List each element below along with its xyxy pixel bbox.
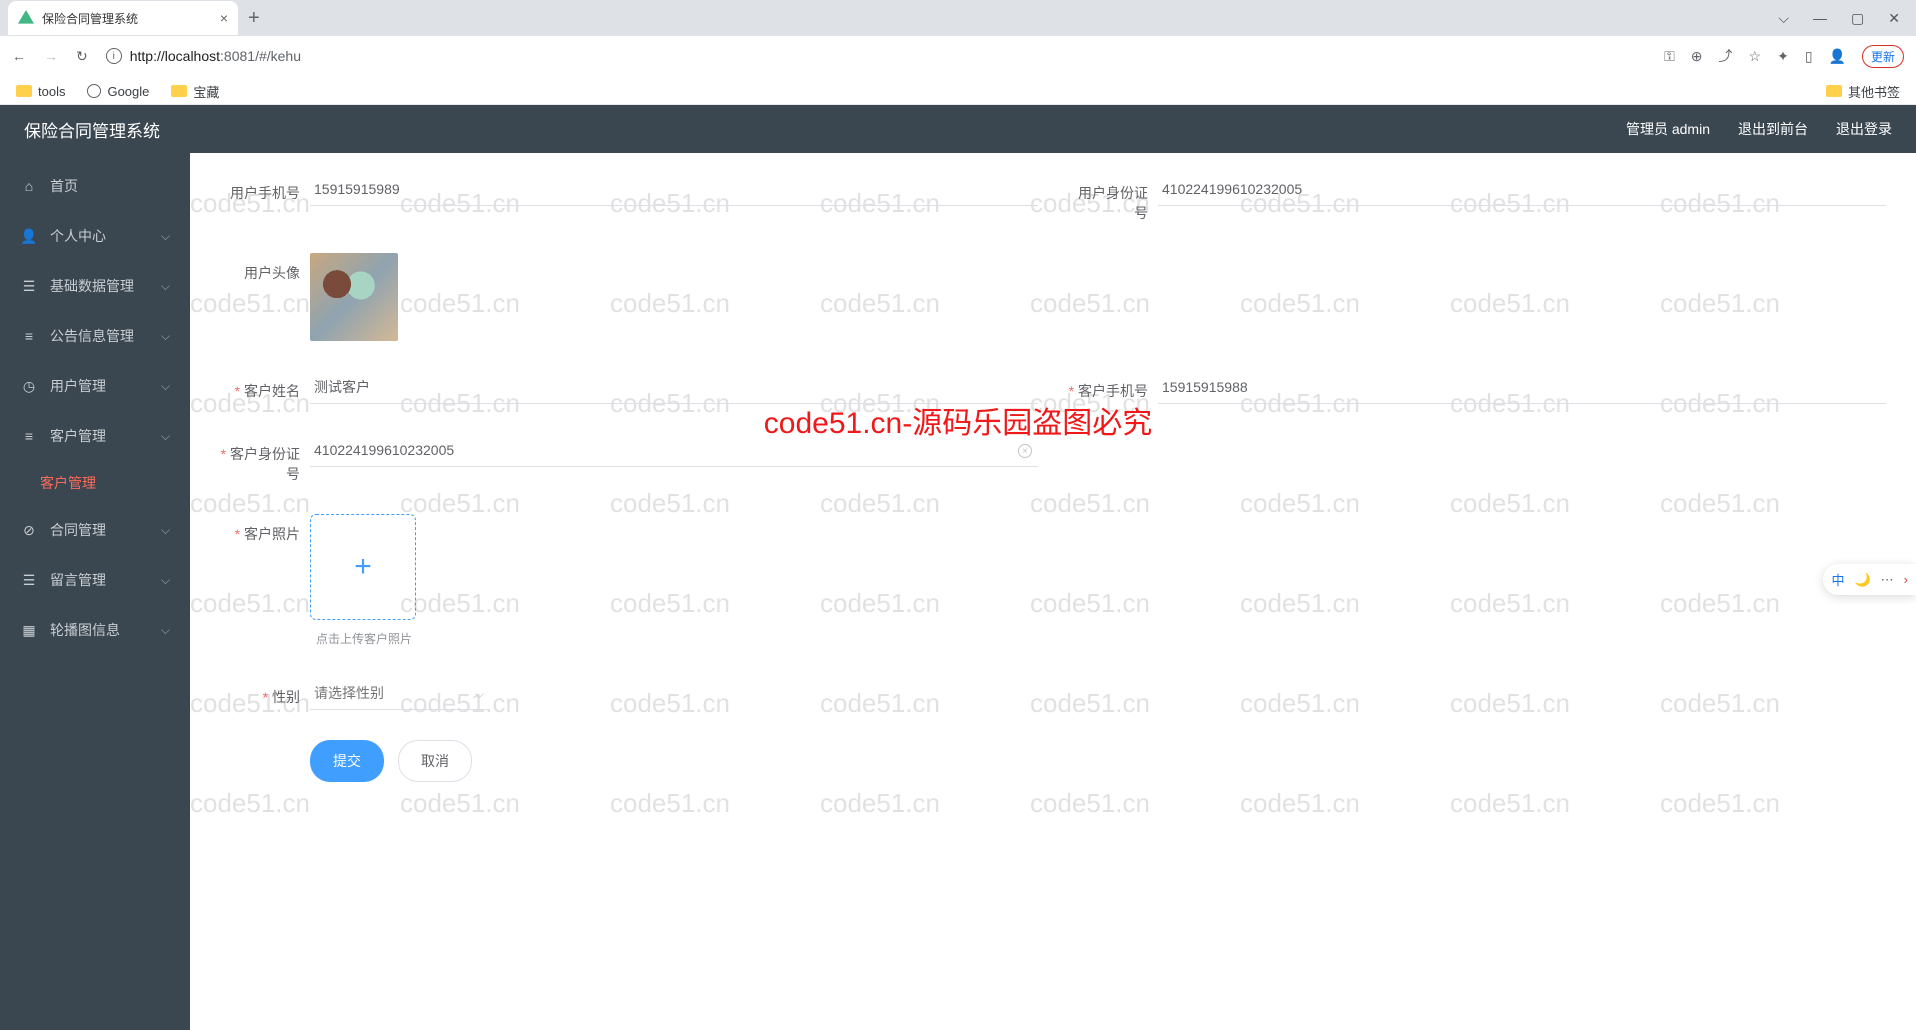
sidebar-item-basedata[interactable]: ☰基础数据管理⌵ <box>0 261 190 311</box>
bookmark-tools[interactable]: tools <box>16 84 65 99</box>
announce-icon: ≡ <box>20 328 38 344</box>
label-cust-photo: 客户照片 <box>220 514 300 544</box>
cust-id-input[interactable] <box>310 434 1038 467</box>
app-header: 保险合同管理系统 管理员 admin 退出到前台 退出登录 <box>0 105 1916 153</box>
moon-icon[interactable]: 🌙 <box>1854 572 1870 588</box>
folder-icon <box>1826 85 1842 97</box>
main-content: code51.cncode51.cncode51.cncode51.cncode… <box>190 153 1916 1030</box>
folder-icon <box>171 85 187 97</box>
cancel-button[interactable]: 取消 <box>398 740 472 782</box>
chevron-down-icon: ⌵ <box>161 429 170 444</box>
sidebar-item-contract[interactable]: ⊘合同管理⌵ <box>0 505 190 555</box>
panel-icon[interactable]: ▯ <box>1805 48 1813 65</box>
chevron-down-icon: ⌵ <box>475 687 484 702</box>
home-icon: ⌂ <box>20 178 38 194</box>
minimize-icon[interactable]: — <box>1813 10 1827 27</box>
carousel-icon: ▦ <box>20 622 38 639</box>
dropdown-icon[interactable]: ⌵ <box>1778 10 1789 27</box>
sidebar-item-user[interactable]: ◷用户管理⌵ <box>0 361 190 411</box>
user-label[interactable]: 管理员 admin <box>1626 119 1710 139</box>
info-icon[interactable]: i <box>106 48 122 64</box>
label-cust-name: 客户姓名 <box>220 371 300 401</box>
clock-icon: ◷ <box>20 378 38 395</box>
message-icon: ☰ <box>20 572 38 589</box>
label-cust-phone: 客户手机号 <box>1068 371 1148 401</box>
chevron-down-icon: ⌵ <box>161 379 170 394</box>
maximize-icon[interactable]: ▢ <box>1851 10 1864 27</box>
tab-title: 保险合同管理系统 <box>42 10 212 27</box>
extension-icon[interactable]: ✦ <box>1777 48 1789 65</box>
share-icon[interactable]: ⤴ <box>1719 46 1733 66</box>
person-icon: 👤 <box>20 228 38 245</box>
star-icon[interactable]: ☆ <box>1749 48 1762 65</box>
tab-bar: 保险合同管理系统 × + ⌵ — ▢ ✕ <box>0 0 1916 36</box>
user-id-input[interactable] <box>1158 173 1886 206</box>
browser-chrome: 保险合同管理系统 × + ⌵ — ▢ ✕ ← → ↻ i http://loca… <box>0 0 1916 105</box>
key-icon[interactable]: ⚿ <box>1664 48 1675 65</box>
forward-icon[interactable]: → <box>44 48 58 64</box>
sidebar: ⌂首页 👤个人中心⌵ ☰基础数据管理⌵ ≡公告信息管理⌵ ◷用户管理⌵ ≡客户管… <box>0 153 190 1030</box>
zoom-icon[interactable]: ⊕ <box>1691 48 1703 65</box>
upload-hint: 点击上传客户照片 <box>310 630 1886 647</box>
label-user-id: 用户身份证号 <box>1068 173 1148 223</box>
expand-icon[interactable]: › <box>1904 572 1908 587</box>
label-cust-id: 客户身份证号 <box>220 434 300 484</box>
user-avatar-image[interactable] <box>310 253 398 341</box>
chevron-down-icon: ⌵ <box>161 523 170 538</box>
database-icon: ☰ <box>20 278 38 295</box>
label-user-phone: 用户手机号 <box>220 173 300 203</box>
reload-icon[interactable]: ↻ <box>76 48 88 65</box>
submit-button[interactable]: 提交 <box>310 740 384 782</box>
other-bookmarks[interactable]: 其他书签 <box>1826 82 1900 101</box>
chevron-down-icon: ⌵ <box>161 279 170 294</box>
logout-link[interactable]: 退出登录 <box>1836 119 1892 139</box>
bookmark-bar: tools Google 宝藏 其他书签 <box>0 76 1916 106</box>
folder-icon <box>16 85 32 97</box>
globe-icon <box>87 84 101 98</box>
bookmark-google[interactable]: Google <box>87 84 149 99</box>
ime-lang[interactable]: 中 <box>1831 570 1844 589</box>
sidebar-item-profile[interactable]: 👤个人中心⌵ <box>0 211 190 261</box>
window-controls: ⌵ — ▢ ✕ <box>1778 10 1916 27</box>
sidebar-item-home[interactable]: ⌂首页 <box>0 161 190 211</box>
sidebar-item-customer[interactable]: ≡客户管理⌵ <box>0 411 190 461</box>
chevron-down-icon: ⌵ <box>161 573 170 588</box>
clear-icon[interactable]: × <box>1018 444 1032 458</box>
back-front-link[interactable]: 退出到前台 <box>1738 119 1808 139</box>
chevron-down-icon: ⌵ <box>161 623 170 638</box>
cust-phone-input[interactable] <box>1158 371 1886 404</box>
sidebar-item-carousel[interactable]: ▦轮播图信息⌵ <box>0 605 190 655</box>
cust-name-input[interactable] <box>310 371 1038 404</box>
close-icon[interactable]: × <box>220 10 228 26</box>
label-user-avatar: 用户头像 <box>220 253 300 283</box>
sidebar-item-announce[interactable]: ≡公告信息管理⌵ <box>0 311 190 361</box>
check-icon: ⊘ <box>20 522 38 539</box>
sidebar-item-message[interactable]: ☰留言管理⌵ <box>0 555 190 605</box>
dots-icon[interactable]: ⋯ <box>1881 572 1894 588</box>
label-gender: 性别 <box>220 677 300 707</box>
avatar-icon[interactable]: 👤 <box>1829 48 1846 65</box>
favicon <box>18 10 34 26</box>
address-bar: ← → ↻ i http://localhost:8081/#/kehu ⚿ ⊕… <box>0 36 1916 76</box>
sidebar-item-customer-manage[interactable]: 客户管理 <box>0 461 190 505</box>
chevron-down-icon: ⌵ <box>161 229 170 244</box>
user-phone-input[interactable] <box>310 173 1038 206</box>
update-button[interactable]: 更新 <box>1862 45 1904 68</box>
gender-select[interactable] <box>310 677 490 710</box>
url-field[interactable]: i http://localhost:8081/#/kehu <box>106 48 1646 64</box>
ime-toolbar[interactable]: 中 🌙 ⋯ › <box>1823 564 1916 595</box>
upload-photo-button[interactable]: + <box>310 514 416 620</box>
app-title: 保险合同管理系统 <box>24 117 160 142</box>
list-icon: ≡ <box>20 428 38 444</box>
close-window-icon[interactable]: ✕ <box>1888 10 1900 27</box>
chevron-down-icon: ⌵ <box>161 329 170 344</box>
new-tab-button[interactable]: + <box>238 7 270 30</box>
bookmark-baozang[interactable]: 宝藏 <box>171 82 219 101</box>
back-icon[interactable]: ← <box>12 48 26 64</box>
browser-tab[interactable]: 保险合同管理系统 × <box>8 1 238 35</box>
